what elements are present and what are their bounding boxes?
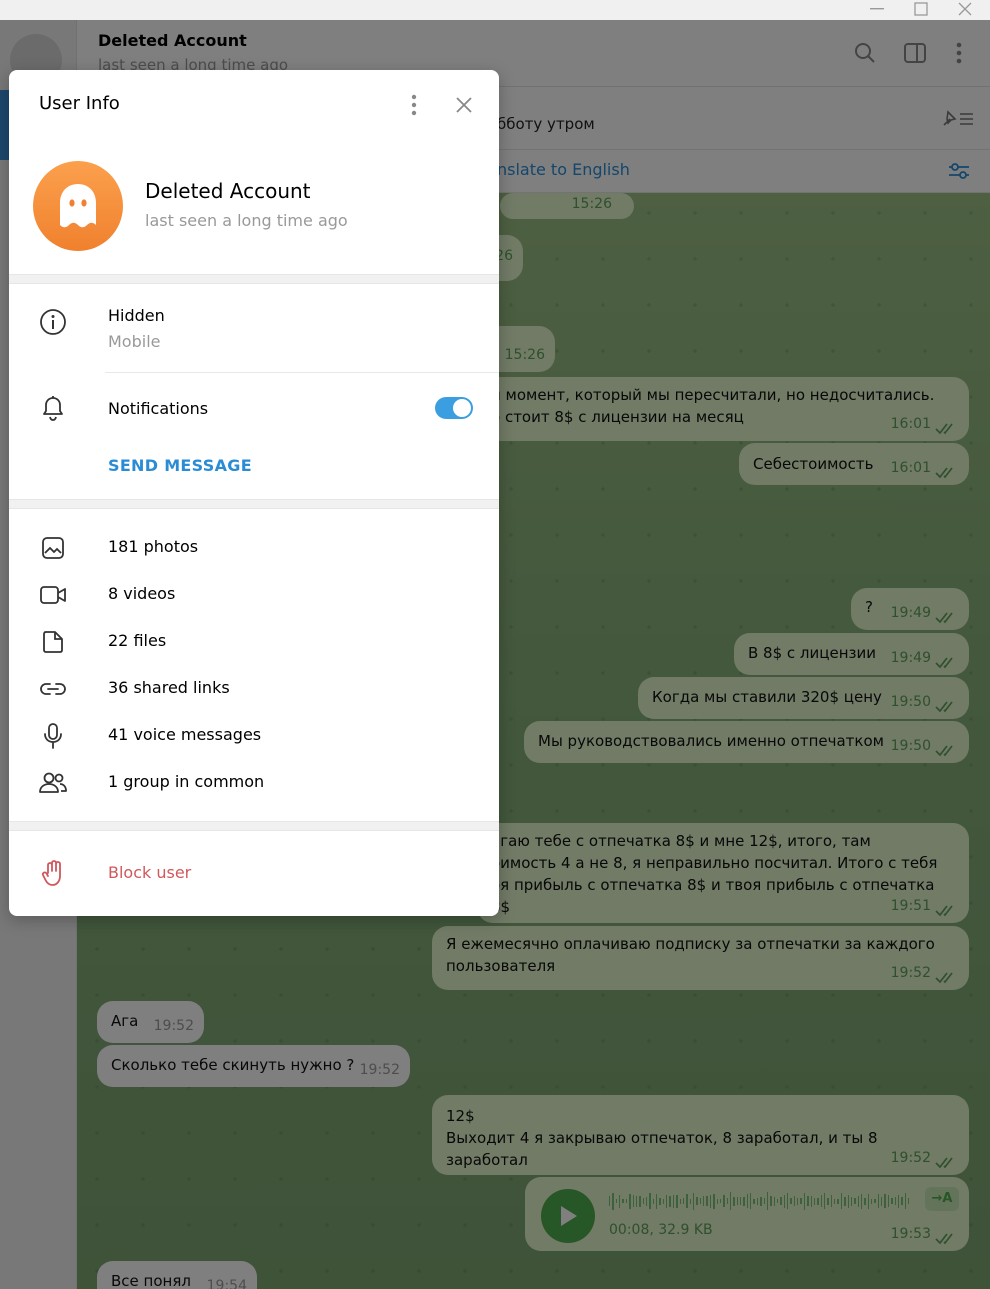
media-files[interactable]: 22 files — [108, 631, 166, 650]
section-separator — [9, 499, 499, 509]
media-videos[interactable]: 8 videos — [108, 584, 175, 603]
ghost-icon — [60, 184, 96, 228]
minimize-icon[interactable] — [862, 0, 892, 18]
link-icon — [38, 674, 68, 704]
profile-name: Deleted Account — [145, 179, 311, 203]
media-voice[interactable]: 41 voice messages — [108, 725, 261, 744]
bell-icon — [38, 393, 68, 423]
file-icon — [38, 627, 68, 657]
avatar[interactable] — [33, 161, 123, 251]
notifications-label: Notifications — [108, 399, 209, 418]
section-separator — [9, 274, 499, 284]
section-separator — [9, 821, 499, 831]
profile-status: last seen a long time ago — [145, 211, 348, 230]
phone-label[interactable]: Hidden — [108, 306, 165, 325]
toggle-knob — [453, 399, 471, 417]
media-links[interactable]: 36 shared links — [108, 678, 230, 697]
close-window-icon[interactable] — [950, 0, 980, 18]
block-user-button[interactable]: Block user — [108, 863, 191, 882]
modal-title: User Info — [39, 93, 120, 114]
info-icon — [38, 307, 68, 337]
close-icon[interactable] — [451, 92, 477, 118]
microphone-icon — [38, 721, 68, 751]
hand-stop-icon — [38, 858, 68, 888]
divider — [105, 372, 499, 373]
window-titlebar — [0, 0, 990, 20]
send-message-button[interactable]: SEND MESSAGE — [108, 456, 252, 475]
group-icon — [38, 768, 68, 798]
video-icon — [38, 580, 68, 610]
maximize-icon[interactable] — [906, 0, 936, 18]
photo-icon — [38, 533, 68, 563]
notifications-toggle[interactable] — [435, 397, 473, 419]
phone-sub: Mobile — [108, 332, 161, 351]
more-menu-icon[interactable] — [401, 92, 427, 118]
media-photos[interactable]: 181 photos — [108, 537, 198, 556]
user-info-modal: User Info Deleted Account last seen a lo… — [9, 70, 499, 916]
groups-in-common[interactable]: 1 group in common — [108, 772, 264, 791]
